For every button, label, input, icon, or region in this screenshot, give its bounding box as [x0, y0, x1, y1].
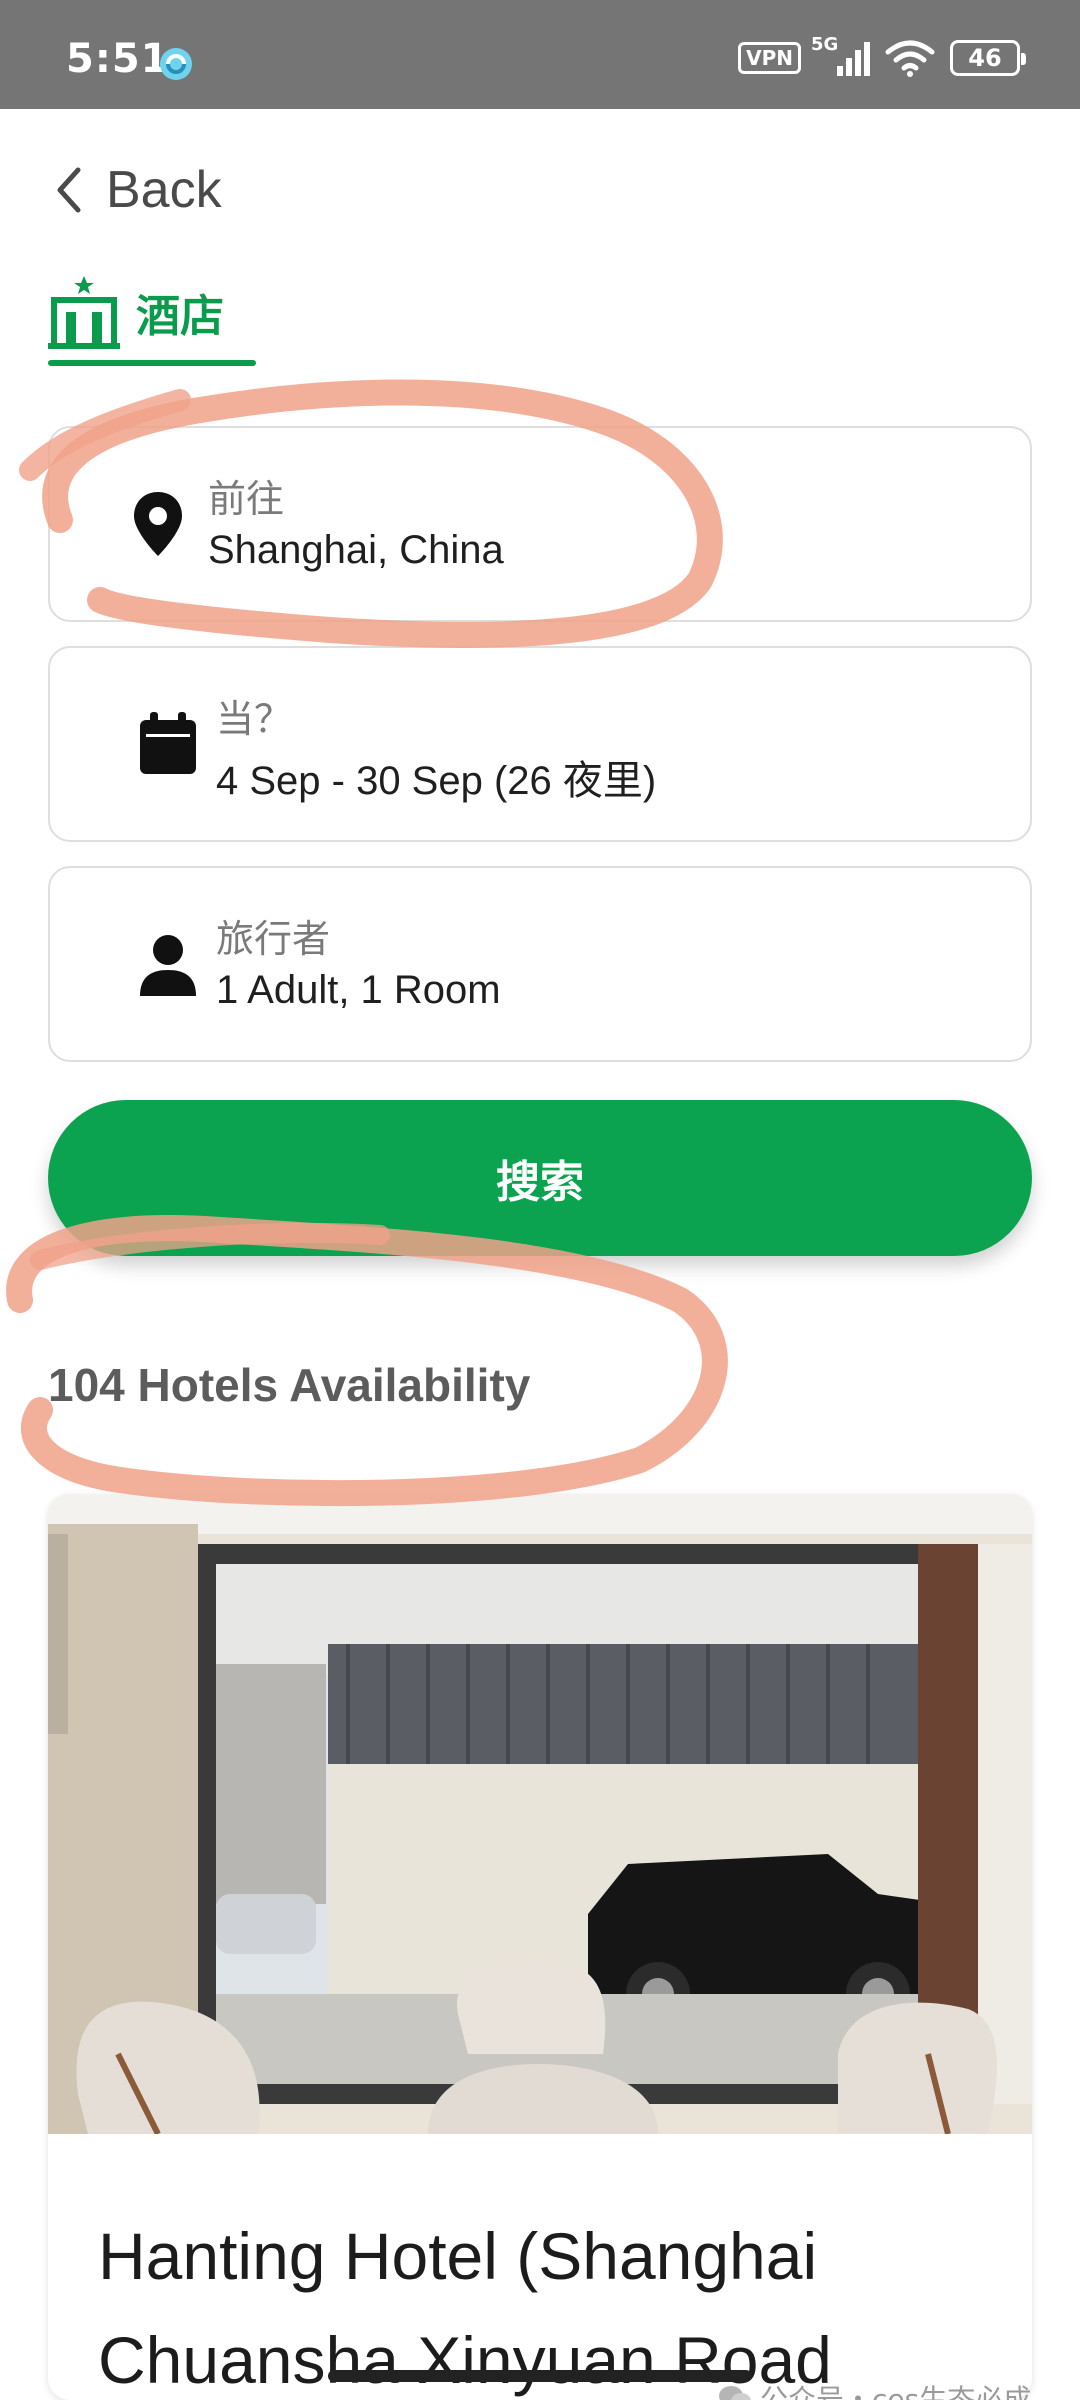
chevron-left-icon: [57, 167, 81, 213]
wifi-icon: [885, 40, 935, 77]
back-button[interactable]: Back: [54, 150, 222, 230]
watermark: 公众号・ces生态必成: [718, 2378, 1031, 2400]
dates-label: 当？: [216, 697, 293, 741]
network-type: 5G: [811, 34, 839, 55]
travelers-label: 旅行者: [216, 917, 331, 961]
destination-field[interactable]: 前往 Shanghai, China: [48, 426, 1032, 622]
signal-icon: 5G: [811, 34, 870, 76]
travelers-value: 1 Adult, 1 Room: [216, 968, 501, 1012]
watermark-text: 公众号・ces生态必成: [760, 2383, 1032, 2400]
status-time: 5:51: [66, 36, 170, 82]
back-label: Back: [106, 161, 222, 219]
status-icons: VPN 5G 46: [738, 34, 1026, 78]
location-pin-icon: [134, 492, 182, 556]
battery-indicator: 46: [950, 40, 1026, 76]
home-indicator[interactable]: [328, 2370, 752, 2382]
hotel-photo: [48, 1494, 1032, 2134]
calendar-icon: [140, 712, 196, 774]
status-bar: 5:51 VPN 5G 46: [0, 0, 1080, 109]
travelers-field[interactable]: 旅行者 1 Adult, 1 Room: [48, 866, 1032, 1062]
tab-hotel[interactable]: 酒店: [48, 266, 258, 366]
search-button[interactable]: 搜索: [48, 1100, 1032, 1256]
hotel-building-icon: [48, 276, 120, 349]
dates-value: 4 Sep - 30 Sep (26 夜里): [216, 759, 657, 803]
tab-underline: [48, 360, 256, 366]
destination-label: 前往: [208, 477, 285, 521]
wechat-icon: [719, 2386, 751, 2400]
tab-hotel-label: 酒店: [136, 291, 224, 342]
results-count: 104 Hotels Availability: [48, 1359, 531, 1411]
dates-field[interactable]: 当？ 4 Sep - 30 Sep (26 夜里): [48, 646, 1032, 842]
app-notification-icon: [160, 48, 192, 80]
person-icon: [140, 935, 196, 996]
vpn-badge: VPN: [738, 42, 801, 74]
hotel-card[interactable]: Hanting Hotel (Shanghai Chuansha Xinyuan…: [48, 1494, 1032, 2400]
destination-value: Shanghai, China: [208, 528, 504, 572]
